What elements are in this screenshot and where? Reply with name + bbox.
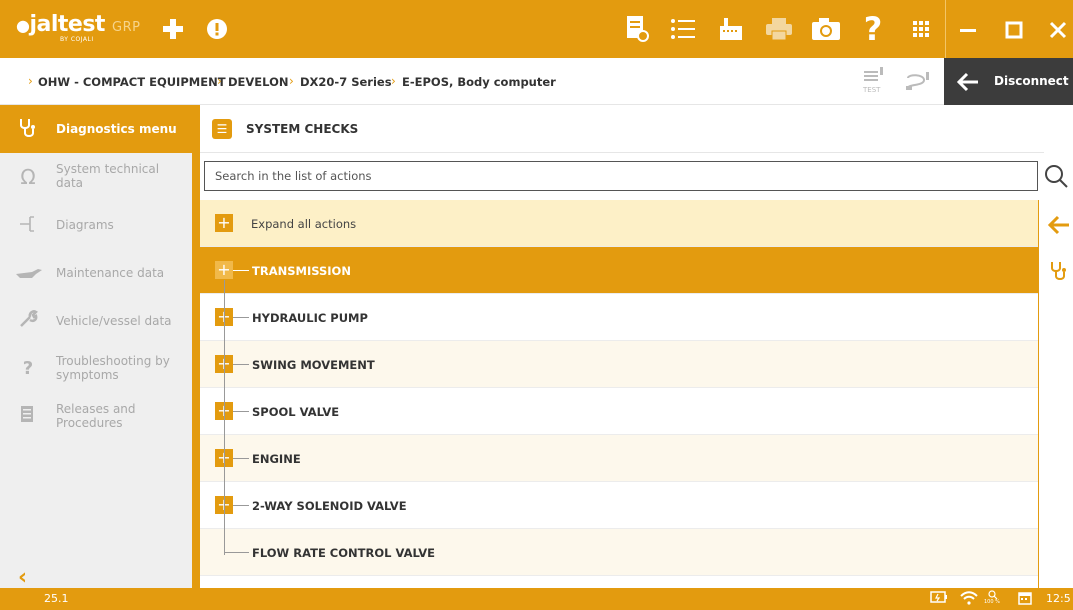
breadcrumb-item[interactable]: DEVELON xyxy=(228,75,288,89)
wifi-icon xyxy=(960,591,978,608)
stethoscope-icon[interactable] xyxy=(1049,260,1069,282)
sidebar-item-troubleshooting-by-symptoms[interactable]: ? Troubleshooting by symptoms xyxy=(0,345,192,393)
back-arrow-icon[interactable] xyxy=(1047,214,1071,236)
procedures-icon xyxy=(16,405,40,429)
status-bar: 25.1 100 % 12:5 xyxy=(0,588,1073,610)
sidebar-item-label: Releases and Procedures xyxy=(56,402,136,430)
tree-connector xyxy=(233,411,249,412)
connection-icon[interactable] xyxy=(904,70,934,94)
sidebar-item-releases-and-procedures[interactable]: Releases and Procedures xyxy=(0,393,192,441)
sidebar-item-label: Diagnostics menu xyxy=(56,122,177,136)
printer-icon[interactable] xyxy=(764,14,794,44)
grp-label: GRP xyxy=(112,20,141,35)
search-field[interactable] xyxy=(204,161,1038,191)
action-row-2-way-solenoid-valve[interactable]: + 2-WAY SOLENOID VALVE xyxy=(200,482,1038,529)
action-row-transmission[interactable]: + TRANSMISSION xyxy=(200,247,1038,294)
breadcrumb: › OHW - COMPACT EQUIPMENT › DEVELON › DX… xyxy=(0,58,1073,105)
back-arrow-icon xyxy=(956,72,978,92)
plus-icon[interactable] xyxy=(158,14,188,44)
zoom-icon[interactable]: 100 % xyxy=(984,589,1000,605)
expand-plus-icon[interactable]: + xyxy=(215,261,233,279)
expand-plus-icon[interactable]: + xyxy=(215,214,233,232)
omega-icon: Ω xyxy=(20,165,36,189)
sidebar-divider xyxy=(192,105,200,588)
report-icon[interactable] xyxy=(622,14,652,44)
tree-connector xyxy=(233,270,249,271)
sidebar-item-label: Troubleshooting by symptoms xyxy=(56,354,170,382)
top-toolbar: ●jaltest BY COJALI GRP ? xyxy=(0,0,1073,58)
search-icon[interactable] xyxy=(1043,163,1069,189)
sidebar-item-system-technical-data[interactable]: Ω System technical data xyxy=(0,153,192,201)
oil-can-icon xyxy=(14,261,44,285)
sidebar-item-diagnostics-menu[interactable]: Diagnostics menu xyxy=(0,105,192,153)
breadcrumb-item[interactable]: E-EPOS, Body computer xyxy=(402,75,556,89)
panel-header: ☰ SYSTEM CHECKS xyxy=(200,105,1044,153)
tree-connector xyxy=(224,552,249,553)
battery-icon xyxy=(930,591,948,606)
list-icon[interactable] xyxy=(668,14,698,44)
sidebar-item-label: System technical data xyxy=(56,162,160,190)
action-row-flow-rate-control-valve[interactable]: FLOW RATE CONTROL VALVE xyxy=(200,529,1038,576)
breadcrumb-item[interactable]: OHW - COMPACT EQUIPMENT xyxy=(38,75,226,89)
breadcrumb-separator: › xyxy=(217,74,222,88)
search-input[interactable] xyxy=(205,162,1037,190)
sidebar-item-diagrams[interactable]: Diagrams xyxy=(0,201,192,249)
tree-connector xyxy=(233,458,249,459)
action-row-engine[interactable]: + ENGINE xyxy=(200,435,1038,482)
right-rail xyxy=(1038,200,1073,588)
battery-tester-icon[interactable] xyxy=(716,14,746,44)
test-connection-icon[interactable]: TEST xyxy=(860,66,888,96)
breadcrumb-separator: › xyxy=(28,74,33,88)
sidebar-item-vehicle-vessel-data[interactable]: Vehicle/vessel data xyxy=(0,297,192,345)
wrench-icon xyxy=(16,309,40,333)
apps-grid-button[interactable] xyxy=(897,0,945,58)
collapse-sidebar-icon[interactable]: ‹ xyxy=(18,565,27,590)
alert-icon[interactable] xyxy=(204,16,230,42)
sidebar-item-label: Diagrams xyxy=(56,218,114,232)
breadcrumb-item[interactable]: DX20-7 Series xyxy=(300,75,392,89)
troubleshoot-icon: ? xyxy=(22,358,34,379)
breadcrumb-separator: › xyxy=(289,74,294,88)
close-icon[interactable] xyxy=(1048,20,1068,40)
sidebar-item-maintenance-data[interactable]: Maintenance data xyxy=(0,249,192,297)
calendar-icon xyxy=(1018,591,1032,608)
action-row-hydraulic-pump[interactable]: + HYDRAULIC PUMP xyxy=(200,294,1038,341)
minimize-icon[interactable] xyxy=(958,20,978,40)
clock: 12:5 xyxy=(1046,592,1071,605)
action-row-swing-movement[interactable]: + SWING MOVEMENT xyxy=(200,341,1038,388)
disconnect-button[interactable]: Disconnect xyxy=(944,58,1073,105)
window-controls xyxy=(945,0,1073,58)
tree-connector xyxy=(233,364,249,365)
apps-grid-icon xyxy=(913,21,929,37)
maximize-icon[interactable] xyxy=(1004,20,1024,40)
help-icon[interactable]: ? xyxy=(860,10,886,48)
camera-icon[interactable] xyxy=(810,14,842,44)
checklist-icon: ☰ xyxy=(212,119,232,139)
tree-connector xyxy=(233,505,249,506)
sidebar: Diagnostics menu Ω System technical data… xyxy=(0,105,192,590)
jaltest-logo: ●jaltest BY COJALI xyxy=(16,12,105,43)
page-title: SYSTEM CHECKS xyxy=(246,122,359,136)
breadcrumb-separator: › xyxy=(391,74,396,88)
sidebar-item-label: Maintenance data xyxy=(56,266,165,280)
action-row-spool-valve[interactable]: + SPOOL VALVE xyxy=(200,388,1038,435)
diagram-icon xyxy=(16,213,40,237)
sidebar-item-label: Vehicle/vessel data xyxy=(56,314,172,328)
tree-vertical-line xyxy=(224,280,225,555)
tree-connector xyxy=(233,317,249,318)
version-label: 25.1 xyxy=(44,592,69,605)
stethoscope-icon xyxy=(16,117,40,141)
expand-all-row[interactable]: + Expand all actions xyxy=(200,200,1038,247)
